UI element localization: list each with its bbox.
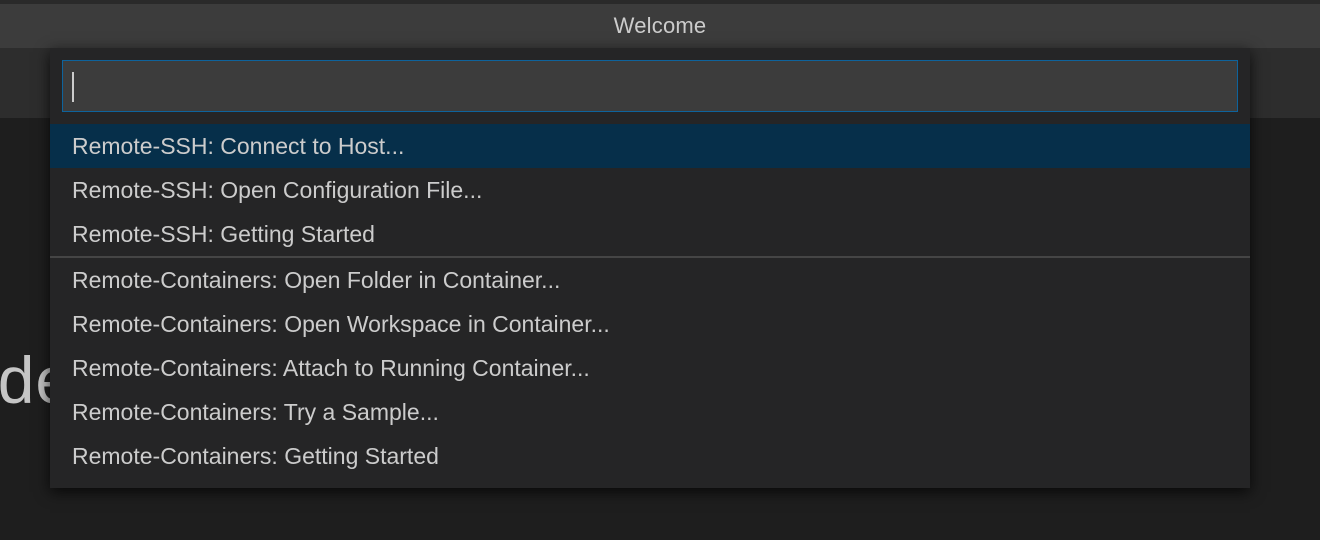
text-caret [72, 72, 74, 102]
command-item-remote-ssh-open-configuration-file[interactable]: Remote-SSH: Open Configuration File... [50, 168, 1250, 212]
command-palette: Remote-SSH: Connect to Host... Remote-SS… [50, 48, 1250, 488]
command-item-remote-containers-try-sample[interactable]: Remote-Containers: Try a Sample... [50, 390, 1250, 434]
window-title: Welcome [613, 13, 707, 38]
command-item-remote-ssh-getting-started[interactable]: Remote-SSH: Getting Started [50, 212, 1250, 256]
command-palette-input[interactable] [63, 61, 1237, 111]
command-item-remote-containers-attach-running[interactable]: Remote-Containers: Attach to Running Con… [50, 346, 1250, 390]
command-item-remote-ssh-connect-to-host[interactable]: Remote-SSH: Connect to Host... [50, 124, 1250, 168]
command-item-remote-containers-getting-started[interactable]: Remote-Containers: Getting Started [50, 434, 1250, 478]
command-list: Remote-SSH: Connect to Host... Remote-SS… [50, 124, 1250, 478]
command-item-remote-containers-open-folder[interactable]: Remote-Containers: Open Folder in Contai… [50, 258, 1250, 302]
command-item-remote-containers-open-workspace[interactable]: Remote-Containers: Open Workspace in Con… [50, 302, 1250, 346]
command-palette-input-box[interactable] [62, 60, 1238, 112]
title-bar: Welcome [0, 0, 1320, 48]
